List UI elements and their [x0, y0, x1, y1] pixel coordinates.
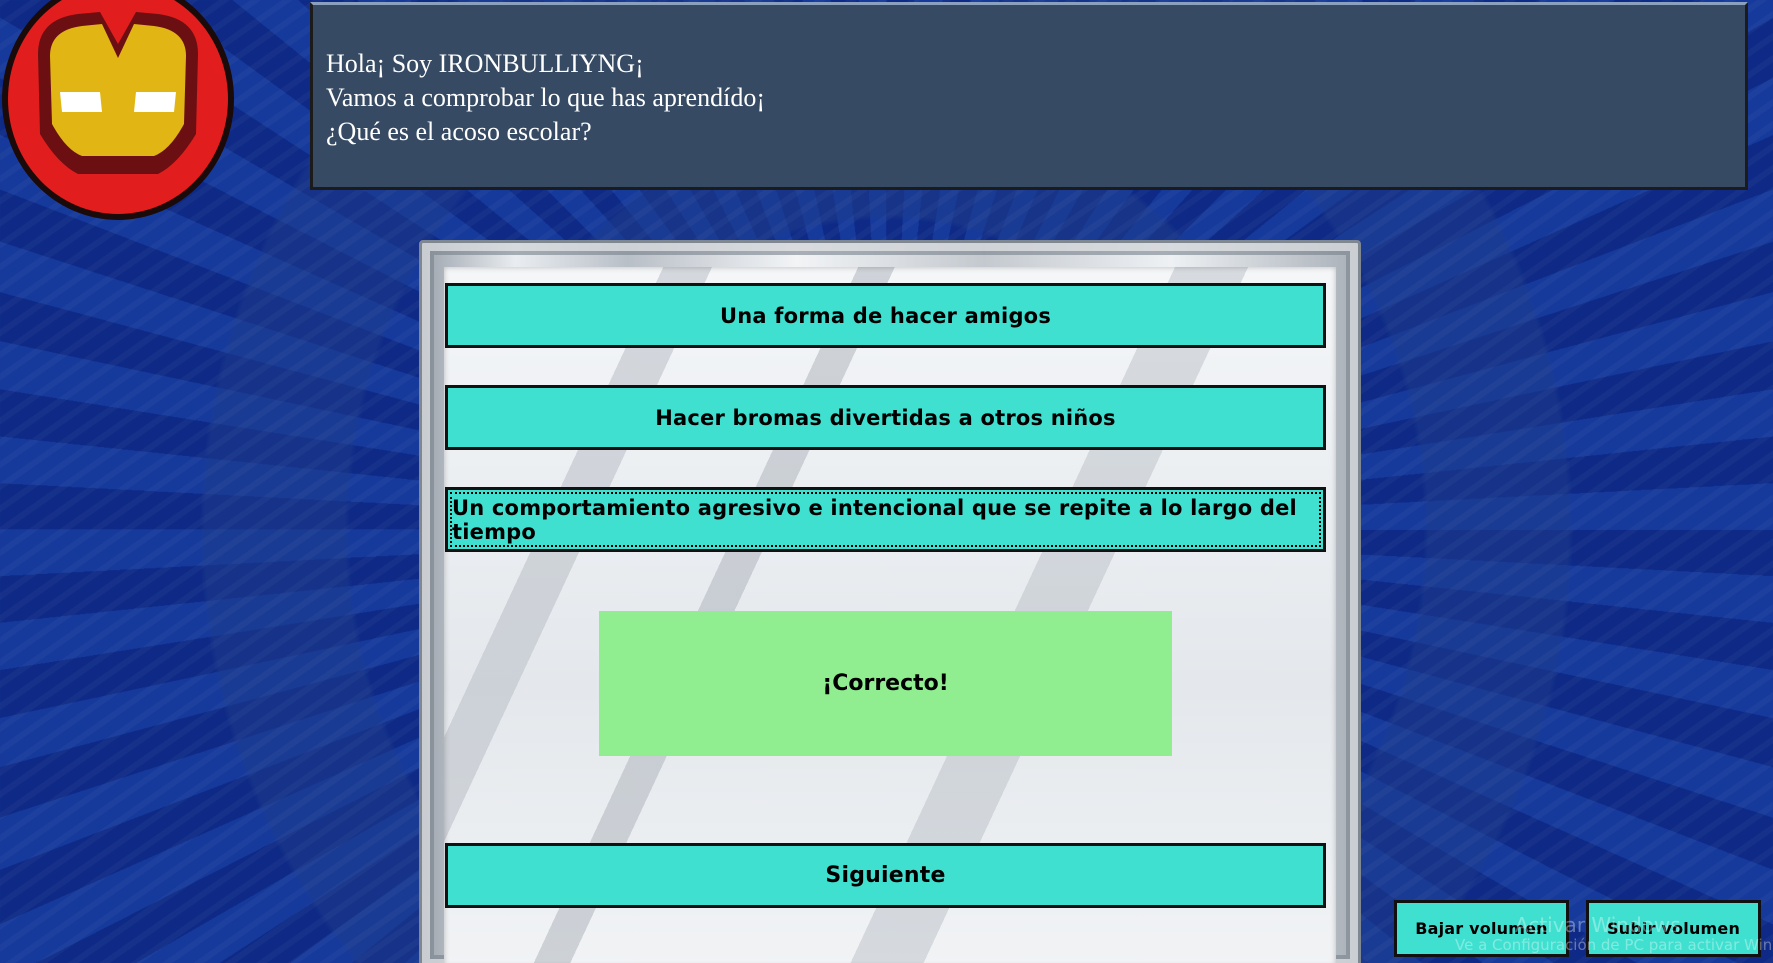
answer-option-2[interactable]: Hacer bromas divertidas a otros niños — [445, 385, 1326, 450]
dialog-greeting: Hola¡ Soy IRONBULLIYNG¡ — [326, 49, 644, 78]
dialog-intro: Vamos a comprobar lo que has aprendído¡ — [326, 83, 765, 112]
answer-option-3-label: Un comportamiento agresivo e intencional… — [452, 495, 1297, 544]
feedback-box: ¡Correcto! — [599, 611, 1172, 756]
answer-option-3[interactable]: Un comportamiento agresivo e intencional… — [445, 487, 1326, 552]
narrator-dialog: Hola¡ Soy IRONBULLIYNG¡ Vamos a comproba… — [310, 2, 1748, 190]
volume-up-label: Subir volumen — [1606, 919, 1741, 938]
feedback-text: ¡Correcto! — [822, 671, 949, 696]
answer-option-1-label: Una forma de hacer amigos — [719, 303, 1052, 328]
next-button-label: Siguiente — [825, 863, 946, 888]
volume-down-button[interactable]: Bajar volumen — [1394, 900, 1569, 957]
next-button[interactable]: Siguiente — [445, 843, 1326, 908]
volume-up-button[interactable]: Subir volumen — [1586, 900, 1761, 957]
iron-man-mask-graphic — [38, 12, 198, 174]
dialog-question: ¿Qué es el acoso escolar? — [326, 117, 592, 146]
answer-option-2-label: Hacer bromas divertidas a otros niños — [655, 405, 1116, 430]
answer-option-1[interactable]: Una forma de hacer amigos — [445, 283, 1326, 348]
answer-option-3-focus-ring: Un comportamiento agresivo e intencional… — [450, 492, 1321, 547]
volume-down-label: Bajar volumen — [1415, 919, 1548, 938]
iron-man-mask-icon — [2, 0, 234, 220]
